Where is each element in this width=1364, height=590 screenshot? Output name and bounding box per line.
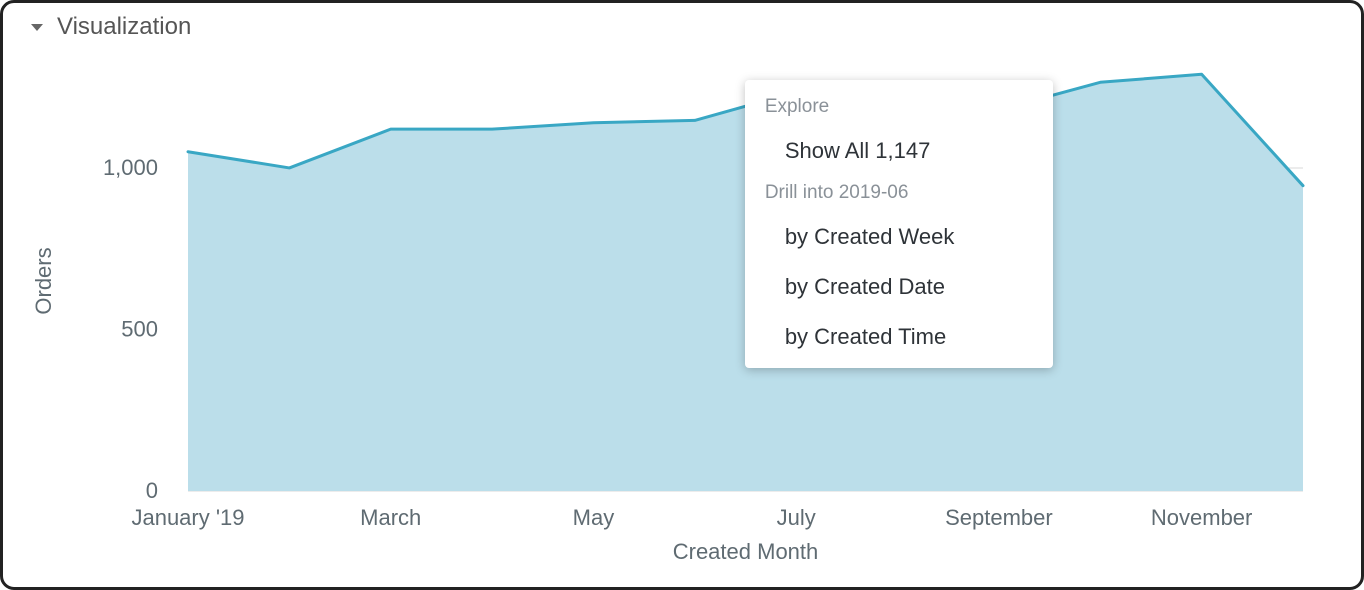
- svg-text:Created Month: Created Month: [673, 539, 819, 564]
- menu-explore-header: Explore: [745, 90, 1053, 126]
- svg-text:November: November: [1151, 505, 1252, 530]
- menu-drill-time[interactable]: by Created Time: [745, 312, 1053, 362]
- menu-show-all[interactable]: Show All 1,147: [745, 126, 1053, 176]
- panel-header[interactable]: Visualization: [3, 3, 1361, 45]
- svg-text:July: July: [777, 505, 816, 530]
- menu-drill-header: Drill into 2019-06: [745, 176, 1053, 212]
- collapse-caret-icon: [31, 24, 43, 31]
- panel-title: Visualization: [57, 13, 191, 41]
- svg-text:500: 500: [121, 316, 158, 341]
- svg-text:1,000: 1,000: [103, 155, 158, 180]
- svg-text:0: 0: [146, 478, 158, 503]
- svg-text:March: March: [360, 505, 421, 530]
- svg-text:January '19: January '19: [131, 505, 244, 530]
- drill-context-menu: Explore Show All 1,147 Drill into 2019-0…: [745, 80, 1053, 368]
- svg-text:Orders: Orders: [31, 247, 56, 314]
- menu-drill-date[interactable]: by Created Date: [745, 262, 1053, 312]
- menu-drill-week[interactable]: by Created Week: [745, 212, 1053, 262]
- visualization-panel: Visualization 0 500 1,000 January '19 March M…: [0, 0, 1364, 590]
- chart-container: 0 500 1,000 January '19 March May July Septembe…: [3, 51, 1361, 587]
- svg-text:September: September: [945, 505, 1053, 530]
- orders-area-chart[interactable]: 0 500 1,000 January '19 March May July Septembe…: [3, 51, 1364, 590]
- svg-text:May: May: [573, 505, 615, 530]
